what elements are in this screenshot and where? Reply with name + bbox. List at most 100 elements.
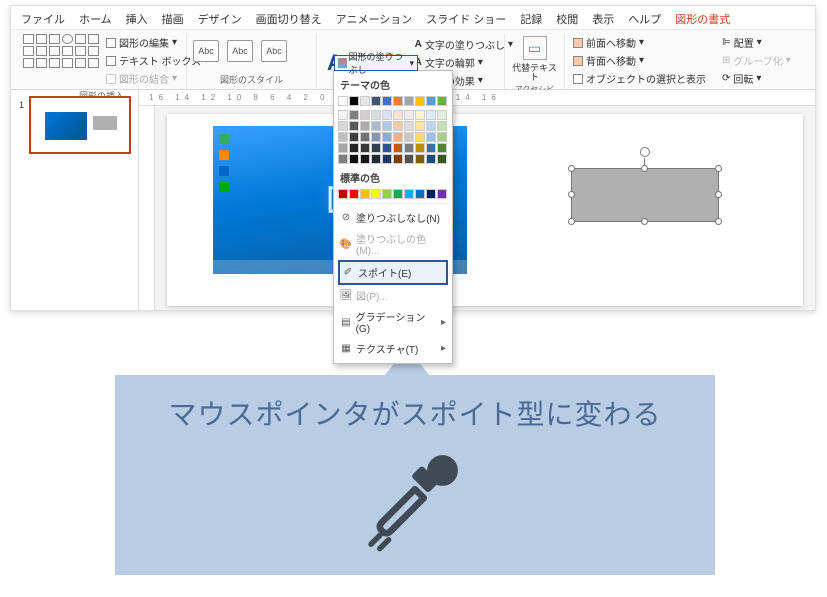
selection-pane-button[interactable]: オブジェクトの選択と表示 [571,70,708,87]
bring-forward-button[interactable]: 前面へ移動 ▾ [571,34,708,51]
color-swatch[interactable] [415,96,425,106]
color-swatch[interactable] [349,132,359,142]
color-swatch[interactable] [393,189,403,199]
color-swatch[interactable] [426,121,436,131]
color-swatch[interactable] [437,96,447,106]
color-swatch[interactable] [393,143,403,153]
color-swatch[interactable] [404,96,414,106]
color-swatch[interactable] [404,121,414,131]
color-swatch[interactable] [437,110,447,120]
color-swatch[interactable] [349,121,359,131]
color-swatch[interactable] [371,132,381,142]
shape-style-preset[interactable]: Abc [193,40,219,62]
color-swatch[interactable] [360,143,370,153]
menu-transitions[interactable]: 画面切り替え [256,11,322,27]
color-swatch[interactable] [393,154,403,164]
color-swatch[interactable] [415,121,425,131]
color-swatch[interactable] [415,110,425,120]
menu-view[interactable]: 表示 [592,11,614,27]
standard-color-row[interactable] [338,189,448,199]
color-swatch[interactable] [360,189,370,199]
color-swatch[interactable] [338,110,348,120]
slide-thumbnail-pane[interactable]: 1 [11,90,139,310]
color-swatch[interactable] [404,189,414,199]
color-swatch[interactable] [360,121,370,131]
color-swatch[interactable] [360,110,370,120]
color-swatch[interactable] [426,96,436,106]
color-swatch[interactable] [426,143,436,153]
color-swatch[interactable] [393,110,403,120]
shape-style-preset[interactable]: Abc [261,40,287,62]
theme-tint-grid[interactable] [338,110,448,164]
color-swatch[interactable] [415,154,425,164]
color-swatch[interactable] [371,189,381,199]
color-swatch[interactable] [382,189,392,199]
color-swatch[interactable] [338,121,348,131]
shape-style-preset[interactable]: Abc [227,40,253,62]
menu-review[interactable]: 校閲 [556,11,578,27]
color-swatch[interactable] [349,96,359,106]
color-swatch[interactable] [338,154,348,164]
color-swatch[interactable] [360,132,370,142]
color-swatch[interactable] [371,143,381,153]
menu-help[interactable]: ヘルプ [628,11,661,27]
color-swatch[interactable] [426,110,436,120]
menu-file[interactable]: ファイル [21,11,65,27]
color-swatch[interactable] [360,96,370,106]
color-swatch[interactable] [382,154,392,164]
slide-thumbnail-1[interactable]: 1 [29,96,131,154]
color-swatch[interactable] [404,143,414,153]
eyedropper-item[interactable]: ✐スポイト(E) [338,260,448,285]
menu-insert[interactable]: 挿入 [126,11,148,27]
texture-item[interactable]: ▦テクスチャ(T)▸ [338,338,448,359]
color-swatch[interactable] [426,132,436,142]
selected-rectangle-shape[interactable] [571,168,719,222]
theme-color-row[interactable] [338,96,448,106]
menu-slideshow[interactable]: スライド ショー [426,11,506,27]
color-swatch[interactable] [393,96,403,106]
color-swatch[interactable] [404,132,414,142]
slide-canvas-area[interactable]: 16 14 12 10 8 6 4 2 0 2 4 6 8 10 12 14 1… [139,90,815,310]
color-swatch[interactable] [338,143,348,153]
menu-design[interactable]: デザイン [198,11,242,27]
color-swatch[interactable] [415,189,425,199]
color-swatch[interactable] [371,96,381,106]
color-swatch[interactable] [338,132,348,142]
color-swatch[interactable] [349,143,359,153]
menu-record[interactable]: 記録 [520,11,542,27]
color-swatch[interactable] [349,189,359,199]
color-swatch[interactable] [415,143,425,153]
rotate-button[interactable]: ⟳ 回転 ▾ [720,70,793,87]
color-swatch[interactable] [382,110,392,120]
gradient-item[interactable]: ▤グラデーション(G)▸ [338,306,448,338]
text-fill-button[interactable]: A 文字の塗りつぶし ▾ [413,36,515,53]
color-swatch[interactable] [426,154,436,164]
slide[interactable]: ⊞ [167,114,803,306]
color-swatch[interactable] [382,96,392,106]
color-swatch[interactable] [382,143,392,153]
color-swatch[interactable] [437,189,447,199]
color-swatch[interactable] [404,154,414,164]
color-swatch[interactable] [349,154,359,164]
color-swatch[interactable] [382,121,392,131]
color-swatch[interactable] [371,110,381,120]
menu-home[interactable]: ホーム [79,11,112,27]
shape-gallery[interactable] [23,34,100,69]
color-swatch[interactable] [371,121,381,131]
color-swatch[interactable] [393,132,403,142]
color-swatch[interactable] [393,121,403,131]
menu-shape-format[interactable]: 図形の書式 [675,11,730,27]
alt-text-icon[interactable]: ▭ [523,36,547,60]
color-swatch[interactable] [404,110,414,120]
color-swatch[interactable] [338,189,348,199]
no-fill-item[interactable]: ⊘塗りつぶしなし(N) [338,207,448,228]
align-button[interactable]: ⊫ 配置 ▾ [720,34,793,51]
color-swatch[interactable] [349,110,359,120]
color-swatch[interactable] [371,154,381,164]
color-swatch[interactable] [437,121,447,131]
color-swatch[interactable] [415,132,425,142]
color-swatch[interactable] [426,189,436,199]
text-outline-button[interactable]: A 文字の輪郭 ▾ [413,54,515,71]
color-swatch[interactable] [437,132,447,142]
color-swatch[interactable] [360,154,370,164]
